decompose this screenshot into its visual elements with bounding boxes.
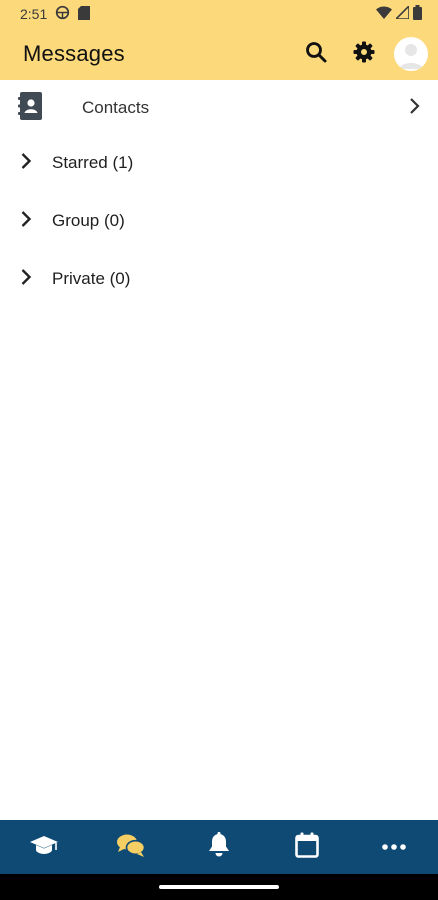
search-button[interactable] bbox=[292, 30, 340, 78]
more-icon bbox=[381, 838, 407, 856]
chevron-right-icon bbox=[20, 152, 32, 175]
status-bar: 2:51 bbox=[0, 0, 438, 28]
page-title: Messages bbox=[23, 41, 125, 66]
section-label: Starred (1) bbox=[52, 153, 134, 172]
status-time: 2:51 bbox=[20, 6, 48, 22]
contacts-row[interactable]: Contacts bbox=[0, 80, 438, 136]
sim-card-icon bbox=[78, 5, 91, 23]
section-row-starred[interactable]: Starred (1) bbox=[0, 143, 438, 183]
nav-courses[interactable] bbox=[14, 820, 74, 874]
battery-icon bbox=[413, 5, 422, 23]
section-label: Private (0) bbox=[52, 269, 131, 288]
wifi-icon bbox=[376, 6, 392, 22]
nav-messages[interactable] bbox=[101, 820, 161, 874]
chat-bubbles-icon bbox=[116, 832, 146, 863]
vpn-icon bbox=[55, 5, 70, 23]
section-label: Group (0) bbox=[52, 211, 125, 230]
gesture-bar bbox=[0, 874, 438, 900]
app-bar: Messages bbox=[0, 28, 438, 80]
gear-icon bbox=[352, 40, 376, 69]
home-gesture-handle[interactable] bbox=[159, 885, 279, 889]
search-icon bbox=[304, 40, 328, 69]
section-row-group[interactable]: Group (0) bbox=[0, 201, 438, 241]
nav-calendar[interactable] bbox=[277, 820, 337, 874]
contacts-label: Contacts bbox=[82, 98, 150, 117]
chevron-right-icon bbox=[20, 210, 32, 233]
bell-icon bbox=[207, 831, 231, 863]
nav-notifications[interactable] bbox=[189, 820, 249, 874]
bottom-nav bbox=[0, 820, 438, 874]
avatar[interactable] bbox=[394, 37, 428, 71]
nav-more[interactable] bbox=[364, 820, 424, 874]
section-row-private[interactable]: Private (0) bbox=[0, 259, 438, 299]
graduation-cap-icon bbox=[29, 834, 59, 861]
chevron-right-icon bbox=[20, 268, 32, 291]
settings-button[interactable] bbox=[340, 30, 388, 78]
chevron-right-icon bbox=[408, 97, 420, 120]
calendar-icon bbox=[294, 832, 319, 863]
contacts-book-icon bbox=[18, 91, 44, 125]
signal-icon bbox=[394, 4, 410, 22]
